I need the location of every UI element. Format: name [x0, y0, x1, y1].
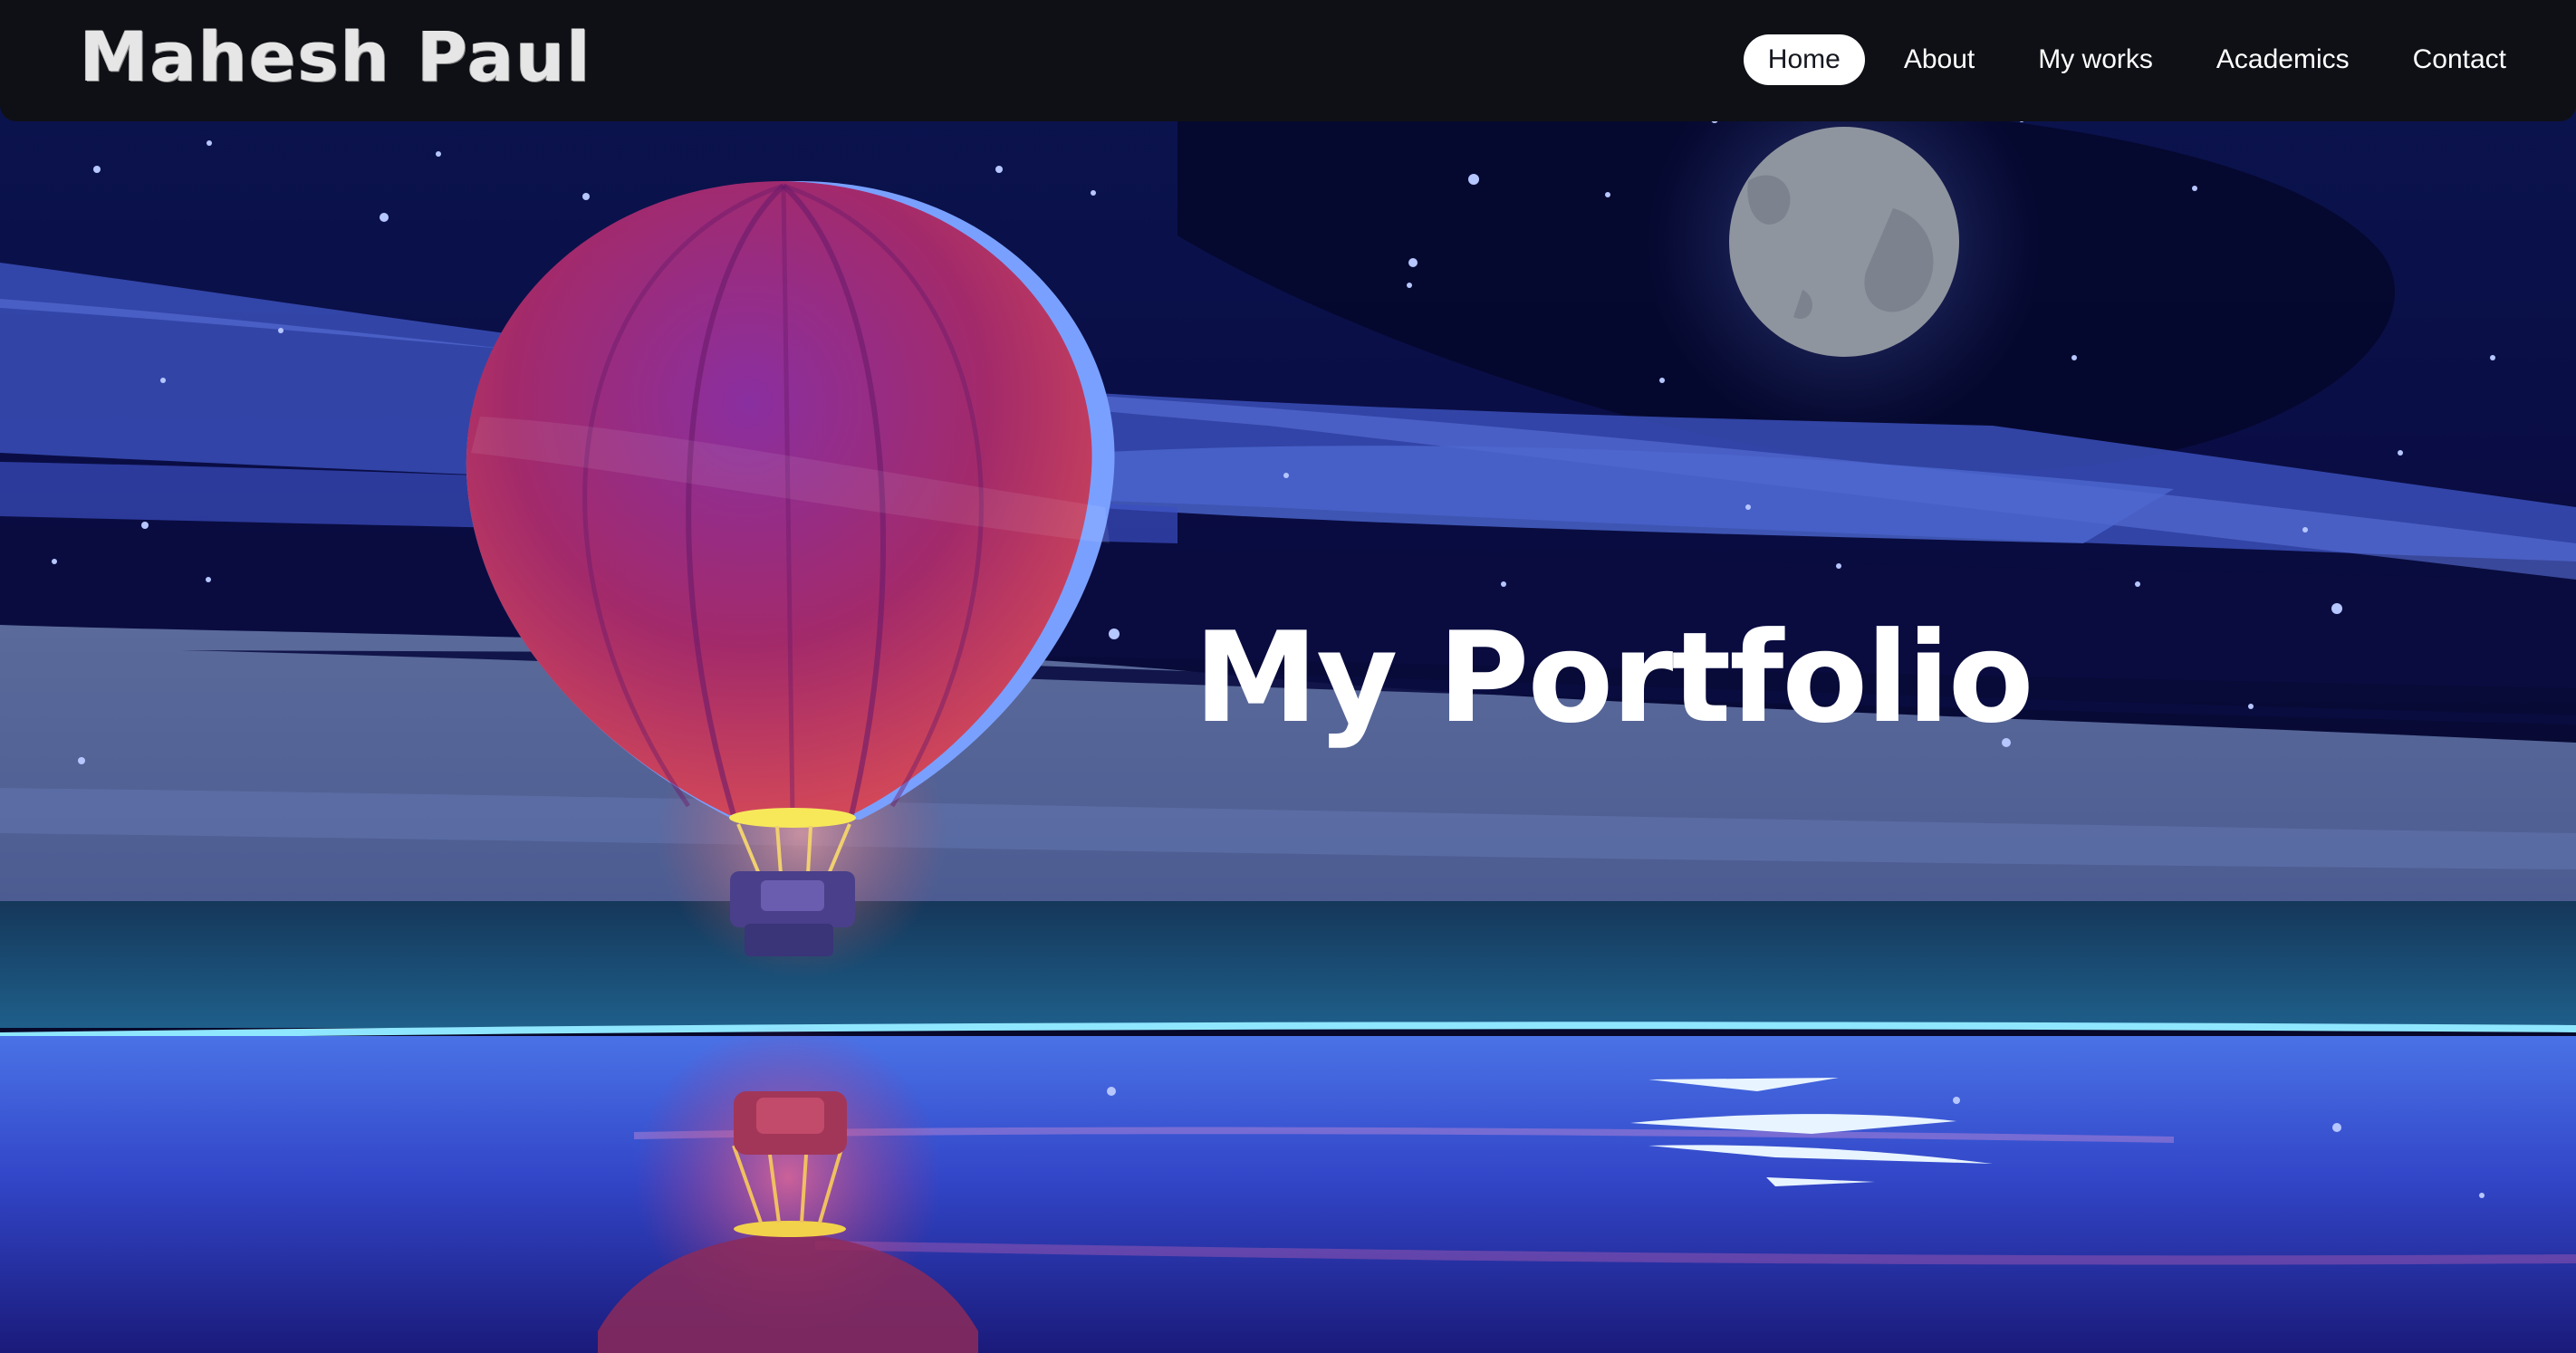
page: Mahesh Paul Home About My works Academic…: [0, 0, 2576, 1353]
nav-item-contact[interactable]: Contact: [2389, 34, 2531, 85]
brand-logo[interactable]: Mahesh Paul: [80, 16, 591, 97]
nav-item-about[interactable]: About: [1879, 34, 1999, 85]
nav-item-my-works[interactable]: My works: [2014, 34, 2177, 85]
hero-title: My Portfolio: [1194, 605, 2034, 751]
nav-item-academics[interactable]: Academics: [2192, 34, 2374, 85]
nav-menu: Home About My works Academics Contact: [1729, 34, 2531, 85]
nav-item-home[interactable]: Home: [1743, 34, 1865, 85]
navbar: Mahesh Paul Home About My works Academic…: [0, 0, 2576, 121]
